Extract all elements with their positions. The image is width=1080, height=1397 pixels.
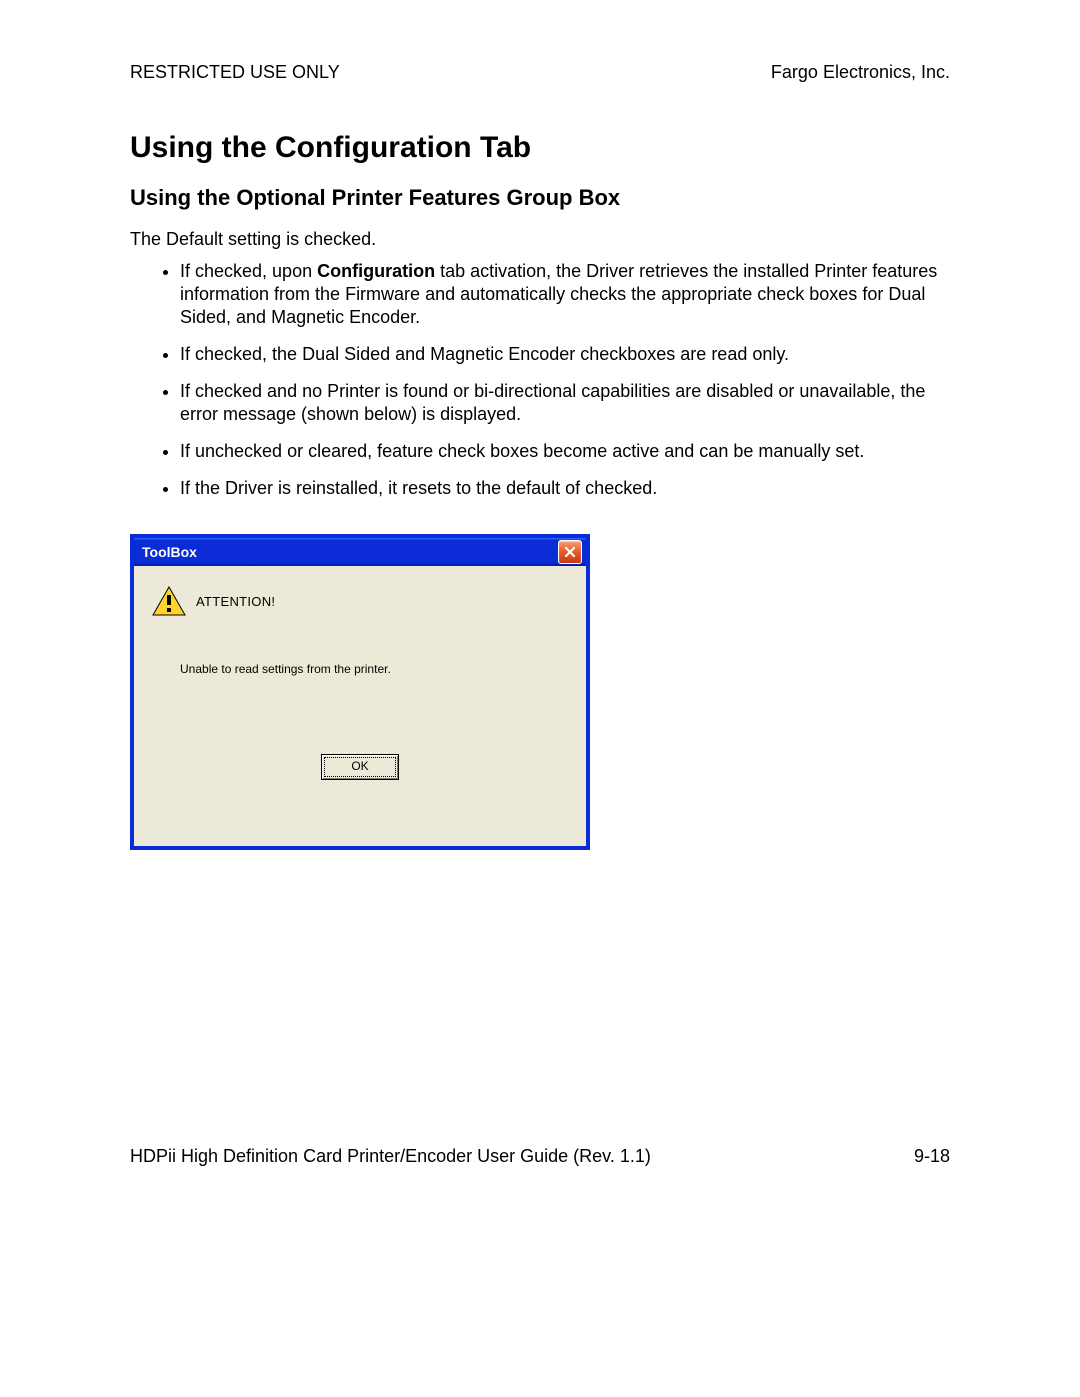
intro-text: The Default setting is checked. bbox=[130, 229, 950, 250]
dialog-title: ToolBox bbox=[142, 544, 197, 560]
list-item: If checked, the Dual Sided and Magnetic … bbox=[180, 343, 950, 366]
list-item: If the Driver is reinstalled, it resets … bbox=[180, 477, 950, 500]
footer-left: HDPii High Definition Card Printer/Encod… bbox=[130, 1146, 651, 1167]
ok-button[interactable]: OK bbox=[321, 754, 399, 780]
bullet-prefix: If checked, upon bbox=[180, 261, 317, 281]
dialog-client: ATTENTION! Unable to read settings from … bbox=[134, 566, 586, 846]
bullet-bold: Configuration bbox=[317, 261, 435, 281]
header-left: RESTRICTED USE ONLY bbox=[130, 62, 340, 83]
footer-right: 9-18 bbox=[914, 1146, 950, 1167]
warning-icon bbox=[152, 586, 186, 616]
list-item: If checked and no Printer is found or bi… bbox=[180, 380, 950, 426]
section-title: Using the Optional Printer Features Grou… bbox=[130, 185, 950, 211]
attention-label: ATTENTION! bbox=[196, 594, 275, 609]
close-icon bbox=[564, 546, 576, 558]
dialog-message: Unable to read settings from the printer… bbox=[180, 662, 574, 676]
close-button[interactable] bbox=[558, 540, 582, 564]
header-right: Fargo Electronics, Inc. bbox=[771, 62, 950, 83]
list-item: If unchecked or cleared, feature check b… bbox=[180, 440, 950, 463]
dialog-titlebar[interactable]: ToolBox bbox=[134, 538, 586, 566]
bullet-list: If checked, upon Configuration tab activ… bbox=[130, 260, 950, 500]
list-item: If checked, upon Configuration tab activ… bbox=[180, 260, 950, 329]
page-title: Using the Configuration Tab bbox=[130, 131, 950, 165]
toolbox-dialog: ToolBox ATTENTION! Unable to read settin… bbox=[130, 534, 590, 850]
